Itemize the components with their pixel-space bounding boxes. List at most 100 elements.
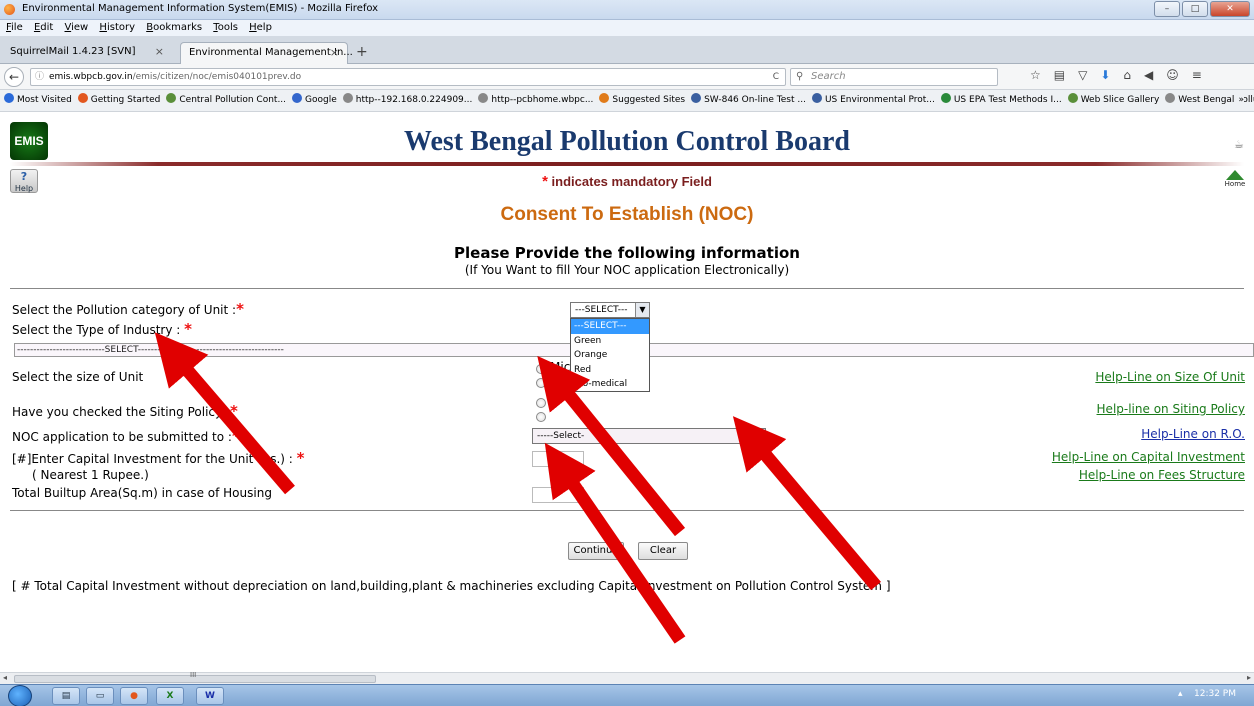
- reading-list-icon[interactable]: ▤: [1054, 68, 1065, 82]
- info-icon[interactable]: ⓘ: [35, 69, 44, 85]
- bookmark-item[interactable]: US EPA Test Methods I...: [940, 90, 1062, 111]
- chevron-down-icon[interactable]: ▼: [635, 303, 649, 317]
- share-icon[interactable]: ◀: [1144, 68, 1153, 82]
- form-top-divider: [10, 288, 1244, 289]
- bookmark-favicon-icon: [1067, 93, 1078, 103]
- minimize-button[interactable]: –: [1154, 1, 1180, 17]
- clear-button[interactable]: Clear: [638, 542, 688, 560]
- pollution-category-select[interactable]: ---SELECT--- ▼: [570, 302, 650, 318]
- bookmark-item[interactable]: Suggested Sites: [599, 90, 685, 111]
- close-window-button[interactable]: ✕: [1210, 1, 1250, 17]
- bookmark-item[interactable]: Getting Started: [77, 90, 160, 111]
- unit-size-radio[interactable]: [536, 364, 546, 374]
- tray-arrow-icon[interactable]: ▴: [1178, 689, 1183, 699]
- bookmark-item[interactable]: http--pcbhome.wbpc...: [478, 90, 593, 111]
- taskbar-excel-button[interactable]: X: [156, 687, 184, 705]
- bookmark-label: Web Slice Gallery: [1080, 95, 1160, 105]
- navigation-bar: ← ⓘ emis.wbpcb.gov.in/emis/citizen/noc/e…: [0, 64, 1254, 90]
- bookmark-label: http--192.168.0.224909...: [355, 95, 473, 105]
- tab-emis[interactable]: Environmental Management In... ×: [180, 42, 353, 64]
- bookmarks-overflow-icon[interactable]: »: [1238, 90, 1244, 111]
- dropdown-option[interactable]: Bio-medical: [571, 377, 649, 392]
- tab-close-icon[interactable]: ×: [330, 43, 339, 63]
- search-input[interactable]: ⚲ Search: [790, 68, 998, 86]
- taskbar: ▤ ▭ ● X W ▴ 12:32 PM: [0, 684, 1254, 706]
- menu-history[interactable]: History: [99, 20, 135, 36]
- download-icon[interactable]: ⬇: [1100, 68, 1110, 82]
- unit-size-radio[interactable]: [536, 378, 546, 388]
- chevron-down-icon[interactable]: ▼: [751, 429, 765, 443]
- url-bar[interactable]: ⓘ emis.wbpcb.gov.in/emis/citizen/noc/emi…: [30, 68, 786, 86]
- noc-submitted-select[interactable]: -----Select- ▼: [532, 428, 766, 444]
- page-content: EMIS West Bengal Pollution Control Board…: [0, 112, 1254, 672]
- help-link-capital[interactable]: Help-Line on Capital Investment: [1052, 450, 1245, 464]
- continue-button[interactable]: Continue: [568, 542, 624, 560]
- scroll-right-icon[interactable]: ▸: [1247, 673, 1251, 682]
- menu-bookmarks[interactable]: Bookmarks: [146, 20, 202, 36]
- taskbar-explorer-button[interactable]: ▤: [52, 687, 80, 705]
- menu-help[interactable]: Help: [249, 20, 272, 36]
- bookmark-favicon-icon: [77, 93, 88, 103]
- label-text: Select the Pollution category of Unit :: [12, 303, 237, 317]
- pocket-icon[interactable]: ▽: [1078, 68, 1087, 82]
- help-link-siting[interactable]: Help-line on Siting Policy: [1097, 402, 1245, 416]
- capital-investment-label: [#]Enter Capital Investment for the Unit…: [12, 449, 305, 467]
- chat-icon[interactable]: ☺: [1166, 68, 1179, 82]
- horizontal-scrollbar[interactable]: ◂ III ▸: [0, 671, 1254, 684]
- bookmark-favicon-icon: [691, 93, 702, 103]
- bookmark-label: Central Pollution Cont...: [179, 95, 287, 105]
- bookmark-item[interactable]: SW-846 On-line Test ...: [691, 90, 806, 111]
- builtup-area-input[interactable]: [532, 487, 584, 503]
- noc-submitted-label: NOC application to be submitted to :*: [12, 427, 240, 445]
- menu-view[interactable]: View: [65, 20, 89, 36]
- taskbar-word-button[interactable]: W: [196, 687, 224, 705]
- bookmark-item[interactable]: US Environmental Prot...: [811, 90, 935, 111]
- help-link-ro[interactable]: Help-Line on R.O.: [1141, 427, 1245, 441]
- required-star: *: [236, 300, 244, 318]
- new-tab-button[interactable]: +: [356, 42, 368, 62]
- siting-policy-radio[interactable]: [536, 398, 546, 408]
- home-icon[interactable]: ⌂: [1123, 68, 1131, 82]
- bookmark-star-icon[interactable]: ☆: [1030, 68, 1041, 82]
- back-button[interactable]: ←: [4, 67, 24, 87]
- url-path: /emis/citizen/noc/emis040101prev.do: [132, 72, 302, 82]
- menu-tools[interactable]: Tools: [213, 20, 238, 36]
- dropdown-option[interactable]: ---SELECT---: [571, 319, 649, 334]
- scroll-left-icon[interactable]: ◂: [3, 673, 7, 682]
- bookmark-item[interactable]: Most Visited: [4, 90, 72, 111]
- maximize-button[interactable]: □: [1182, 1, 1208, 17]
- menu-file[interactable]: File: [6, 20, 23, 36]
- help-link-fees[interactable]: Help-Line on Fees Structure: [1079, 468, 1245, 482]
- window-title-bar: Environmental Management Information Sys…: [0, 0, 1254, 20]
- bookmark-item[interactable]: Web Slice Gallery: [1067, 90, 1160, 111]
- dropdown-option[interactable]: Orange: [571, 348, 649, 363]
- tab-squirrelmail[interactable]: SquirrelMail 1.4.23 [SVN] ×: [2, 42, 172, 64]
- menu-edit[interactable]: Edit: [34, 20, 53, 36]
- unit-size-label: Select the size of Unit: [12, 370, 144, 384]
- bookmark-favicon-icon: [292, 93, 303, 103]
- bookmark-item[interactable]: http--192.168.0.224909...: [342, 90, 473, 111]
- dropdown-option[interactable]: Red: [571, 363, 649, 378]
- hamburger-menu-icon[interactable]: ≡: [1192, 68, 1202, 82]
- reload-icon[interactable]: C: [773, 69, 779, 85]
- cup-icon: ☕: [1234, 138, 1244, 151]
- label-text: [#]Enter Capital Investment for the Unit…: [12, 452, 293, 466]
- mandatory-note: * indicates mandatory Field: [0, 173, 1254, 190]
- start-button[interactable]: [8, 685, 32, 706]
- provide-subheading: (If You Want to fill Your NOC applicatio…: [464, 263, 790, 277]
- capital-investment-input[interactable]: [532, 451, 584, 467]
- pollution-category-dropdown[interactable]: ---SELECT--- Green Orange Red Bio-medica…: [570, 318, 650, 392]
- bookmark-favicon-icon: [4, 93, 14, 103]
- taskbar-folder-button[interactable]: ▭: [86, 687, 114, 705]
- required-star: *: [184, 320, 193, 338]
- siting-policy-radio[interactable]: [536, 412, 546, 422]
- select-value: ---SELECT---: [575, 305, 628, 315]
- bookmark-item[interactable]: Central Pollution Cont...: [166, 90, 286, 111]
- tab-close-icon[interactable]: ×: [155, 42, 164, 62]
- bookmark-favicon-icon: [166, 93, 177, 103]
- taskbar-firefox-button[interactable]: ●: [120, 687, 148, 705]
- help-link-size[interactable]: Help-Line on Size Of Unit: [1095, 370, 1245, 384]
- dropdown-option[interactable]: Green: [571, 334, 649, 349]
- clock: 12:32 PM: [1194, 689, 1236, 699]
- bookmark-item[interactable]: Google: [292, 90, 337, 111]
